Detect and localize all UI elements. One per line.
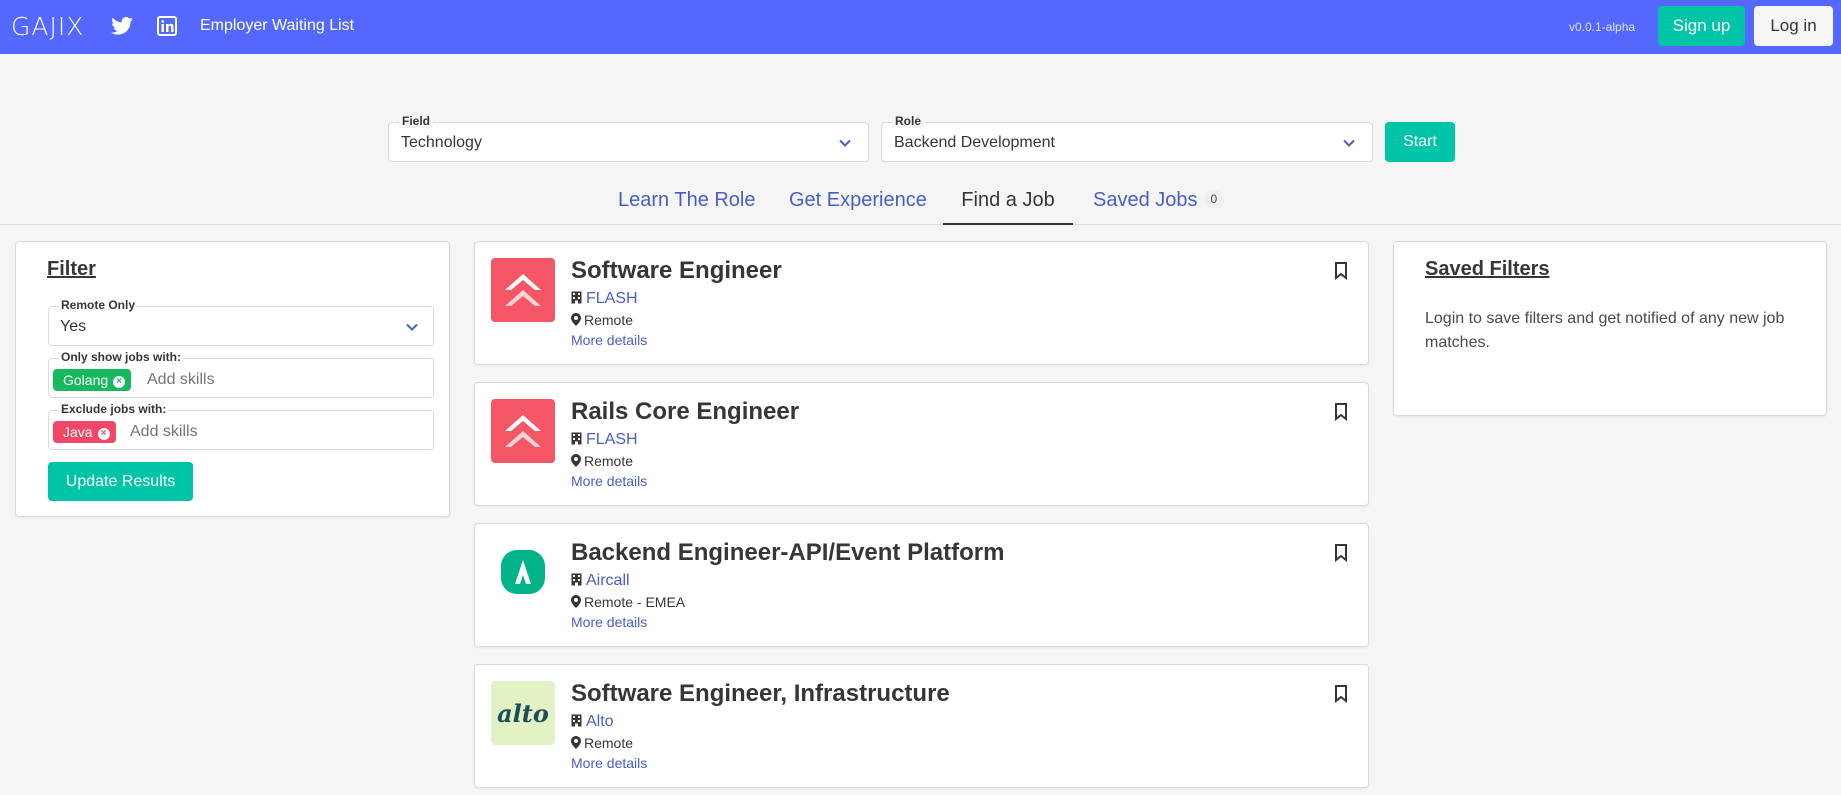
job-card[interactable]: alto Software Engineer, Infrastructure A… <box>474 664 1369 788</box>
company-name: Alto <box>586 713 614 730</box>
map-pin-icon <box>571 454 581 467</box>
company-link[interactable]: Aircall <box>571 572 630 590</box>
section-tabs: Learn The Role Get Experience Find a Job… <box>0 180 1841 225</box>
remote-only-value: Yes <box>60 318 87 335</box>
exclude-skills-legend: Exclude jobs with: <box>59 402 169 416</box>
building-icon <box>571 573 582 586</box>
more-details-link[interactable]: More details <box>571 614 647 630</box>
job-location-text: Remote <box>584 453 634 469</box>
chevron-down-icon <box>406 323 418 331</box>
bookmark-icon[interactable] <box>1334 403 1348 421</box>
exclude-tag: Java × <box>53 421 116 443</box>
saved-filters-panel: Saved Filters Login to save filters and … <box>1393 241 1827 416</box>
chevron-down-icon <box>839 139 851 147</box>
update-results-button[interactable]: Update Results <box>48 462 193 501</box>
aircall-logo-icon <box>491 540 555 604</box>
bookmark-icon[interactable] <box>1334 544 1348 562</box>
more-details-link[interactable]: More details <box>571 755 647 771</box>
include-skills-field[interactable]: Only show jobs with: Golang × <box>48 350 434 398</box>
flash-logo-icon <box>491 399 555 463</box>
employer-waiting-list-link[interactable]: Employer Waiting List <box>200 17 354 35</box>
company-link[interactable]: FLASH <box>571 290 638 308</box>
tab-learn-the-role[interactable]: Learn The Role <box>618 189 756 225</box>
remote-only-legend: Remote Only <box>59 298 138 312</box>
job-title[interactable]: Software Engineer, Infrastructure <box>571 680 950 708</box>
job-location-text: Remote <box>584 312 634 328</box>
exclude-tag-label: Java <box>63 424 93 440</box>
exclude-skills-input[interactable] <box>130 423 330 441</box>
saved-filters-text: Login to save filters and get notified o… <box>1425 310 1785 351</box>
remote-only-select[interactable]: Remote Only Yes <box>48 298 434 346</box>
flash-logo-icon <box>491 258 555 322</box>
version-label: v0.0.1-alpha <box>1569 20 1636 34</box>
building-icon <box>571 291 582 304</box>
tab-find-a-job[interactable]: Find a Job <box>943 189 1073 225</box>
tab-saved-jobs[interactable]: Saved Jobs 0 <box>1093 189 1225 225</box>
chevron-down-icon <box>1343 139 1355 147</box>
field-legend: Field <box>399 114 434 128</box>
building-icon <box>571 714 582 727</box>
job-title[interactable]: Software Engineer <box>571 257 782 285</box>
job-location: Remote <box>571 735 633 751</box>
bookmark-icon[interactable] <box>1334 685 1348 703</box>
remove-tag-icon[interactable]: × <box>97 428 110 440</box>
field-value: Technology <box>401 134 482 151</box>
remove-tag-icon[interactable]: × <box>113 376 126 388</box>
job-location-text: Remote <box>584 735 634 751</box>
job-card[interactable]: Software Engineer FLASH Remote More deta… <box>474 241 1369 365</box>
tab-saved-jobs-label: Saved Jobs <box>1093 189 1198 211</box>
more-details-link[interactable]: More details <box>571 332 647 348</box>
filter-title: Filter <box>47 258 96 280</box>
include-tag-label: Golang <box>63 372 109 388</box>
signup-button[interactable]: Sign up <box>1658 6 1745 46</box>
bookmark-icon[interactable] <box>1334 262 1348 280</box>
login-button[interactable]: Log in <box>1754 6 1833 46</box>
role-value: Backend Development <box>894 134 1055 151</box>
company-name: FLASH <box>586 431 638 448</box>
role-legend: Role <box>892 114 925 128</box>
job-location: Remote - EMEA <box>571 594 685 610</box>
alto-logo-text: alto <box>497 698 549 728</box>
field-select[interactable]: Field Technology <box>388 114 869 162</box>
saved-jobs-count-badge: 0 <box>1203 190 1225 208</box>
top-navbar: GAJIX Employer Waiting List v0.0.1-alpha… <box>0 0 1841 54</box>
job-title[interactable]: Rails Core Engineer <box>571 398 799 426</box>
tab-get-experience[interactable]: Get Experience <box>789 189 927 225</box>
filter-panel: Filter Remote Only Yes Only show jobs wi… <box>15 241 450 517</box>
job-location: Remote <box>571 453 633 469</box>
include-tag: Golang × <box>53 369 132 391</box>
brand-logo[interactable]: GAJIX <box>11 12 84 41</box>
company-name: FLASH <box>586 290 638 307</box>
role-select[interactable]: Role Backend Development <box>881 114 1373 162</box>
company-link[interactable]: Alto <box>571 713 614 731</box>
saved-filters-title: Saved Filters <box>1425 258 1550 280</box>
job-card[interactable]: Backend Engineer-API/Event Platform Airc… <box>474 523 1369 647</box>
company-name: Aircall <box>586 572 630 589</box>
job-location: Remote <box>571 312 633 328</box>
map-pin-icon <box>571 313 581 326</box>
linkedin-icon[interactable] <box>156 15 178 37</box>
job-location-text: Remote - EMEA <box>584 594 686 610</box>
include-skills-input[interactable] <box>147 371 347 389</box>
include-skills-legend: Only show jobs with: <box>59 350 183 364</box>
start-button[interactable]: Start <box>1385 122 1455 162</box>
building-icon <box>571 432 582 445</box>
map-pin-icon <box>571 595 581 608</box>
job-title[interactable]: Backend Engineer-API/Event Platform <box>571 539 1004 567</box>
company-link[interactable]: FLASH <box>571 431 638 449</box>
map-pin-icon <box>571 736 581 749</box>
more-details-link[interactable]: More details <box>571 473 647 489</box>
twitter-icon[interactable] <box>111 15 133 37</box>
exclude-skills-field[interactable]: Exclude jobs with: Java × <box>48 402 434 450</box>
job-card[interactable]: Rails Core Engineer FLASH Remote More de… <box>474 382 1369 506</box>
alto-logo-icon: alto <box>491 681 555 745</box>
